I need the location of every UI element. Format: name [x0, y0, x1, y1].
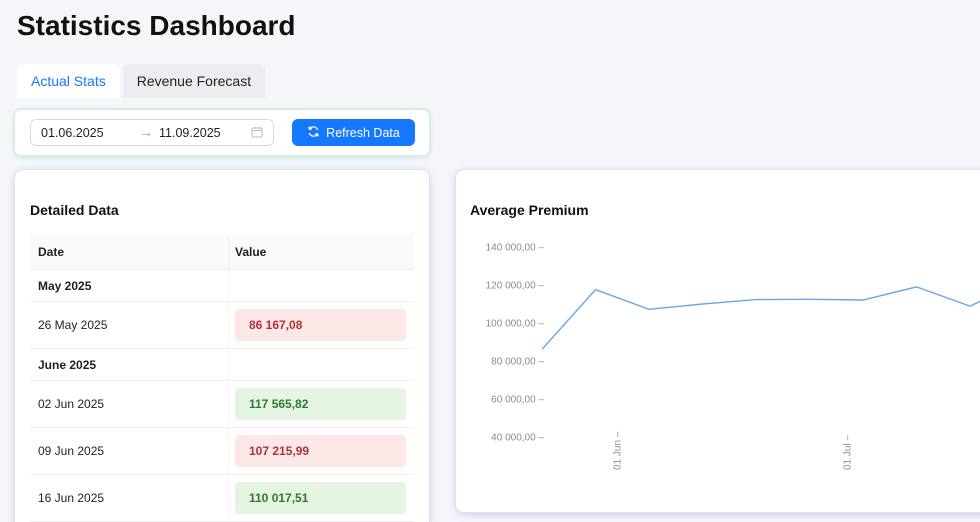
tab-revenue-forecast[interactable]: Revenue Forecast [122, 64, 266, 98]
column-header-date[interactable]: Date [30, 234, 229, 269]
group-label: May 2025 [30, 270, 229, 301]
table-group-row: May 2025 [30, 270, 414, 302]
tab-actual-stats[interactable]: Actual Stats [17, 64, 120, 98]
y-tick-label: 80 000,00 – [491, 357, 544, 368]
table-row[interactable]: 26 May 2025 86 167,08 [30, 302, 414, 349]
tab-bar: Actual Stats Revenue Forecast [17, 64, 266, 98]
detailed-data-card: Detailed Data Date Value May 2025 26 May… [15, 170, 429, 522]
calendar-icon[interactable] [251, 126, 263, 141]
average-premium-chart: 140 000,00 – 120 000,00 – 100 000,00 – 80 0… [486, 243, 980, 470]
range-arrow-icon: → [139, 124, 153, 140]
row-value: 110 017,51 [235, 482, 406, 514]
refresh-icon [307, 125, 320, 141]
x-tick-label: 01 Jul – [843, 435, 854, 470]
y-tick-label: 60 000,00 – [491, 395, 544, 406]
table-row[interactable]: 09 Jun 2025 107 215,99 [30, 428, 414, 475]
group-label: June 2025 [30, 349, 229, 380]
x-tick-label: 01 Jun – [613, 431, 624, 470]
y-tick-label: 120 000,00 – [486, 281, 545, 292]
table-group-row: June 2025 [30, 349, 414, 381]
filter-panel: 01.06.2025 → 11.09.2025 Refresh Data [15, 110, 429, 155]
average-premium-chart-card: Average Premium 140 000,00 –120 000,00 –… [456, 170, 980, 512]
date-range-picker[interactable]: 01.06.2025 → 11.09.2025 [30, 119, 274, 146]
y-tick-label: 140 000,00 – [486, 243, 545, 254]
detailed-data-table: Date Value May 2025 26 May 2025 86 167,0… [30, 234, 414, 522]
row-date: 26 May 2025 [30, 302, 229, 348]
y-tick-label: 100 000,00 – [486, 319, 545, 330]
page-title: Statistics Dashboard [17, 10, 296, 41]
series-line [541, 286, 980, 350]
row-value: 117 565,82 [235, 388, 406, 420]
refresh-data-label: Refresh Data [326, 125, 400, 140]
end-date-input[interactable]: 11.09.2025 [159, 126, 221, 140]
row-date: 16 Jun 2025 [30, 475, 229, 521]
column-header-value[interactable]: Value [229, 234, 414, 269]
table-row[interactable]: 16 Jun 2025 110 017,51 [30, 475, 414, 522]
row-value: 107 215,99 [235, 435, 406, 467]
refresh-data-button[interactable]: Refresh Data [292, 119, 415, 146]
row-date: 02 Jun 2025 [30, 381, 229, 427]
detailed-data-title: Detailed Data [30, 202, 119, 218]
table-header-row: Date Value [30, 234, 414, 270]
row-value: 86 167,08 [235, 309, 406, 341]
start-date-input[interactable]: 01.06.2025 [41, 126, 104, 140]
y-tick-label: 40 000,00 – [491, 433, 544, 444]
row-date: 09 Jun 2025 [30, 428, 229, 474]
table-row[interactable]: 02 Jun 2025 117 565,82 [30, 381, 414, 428]
